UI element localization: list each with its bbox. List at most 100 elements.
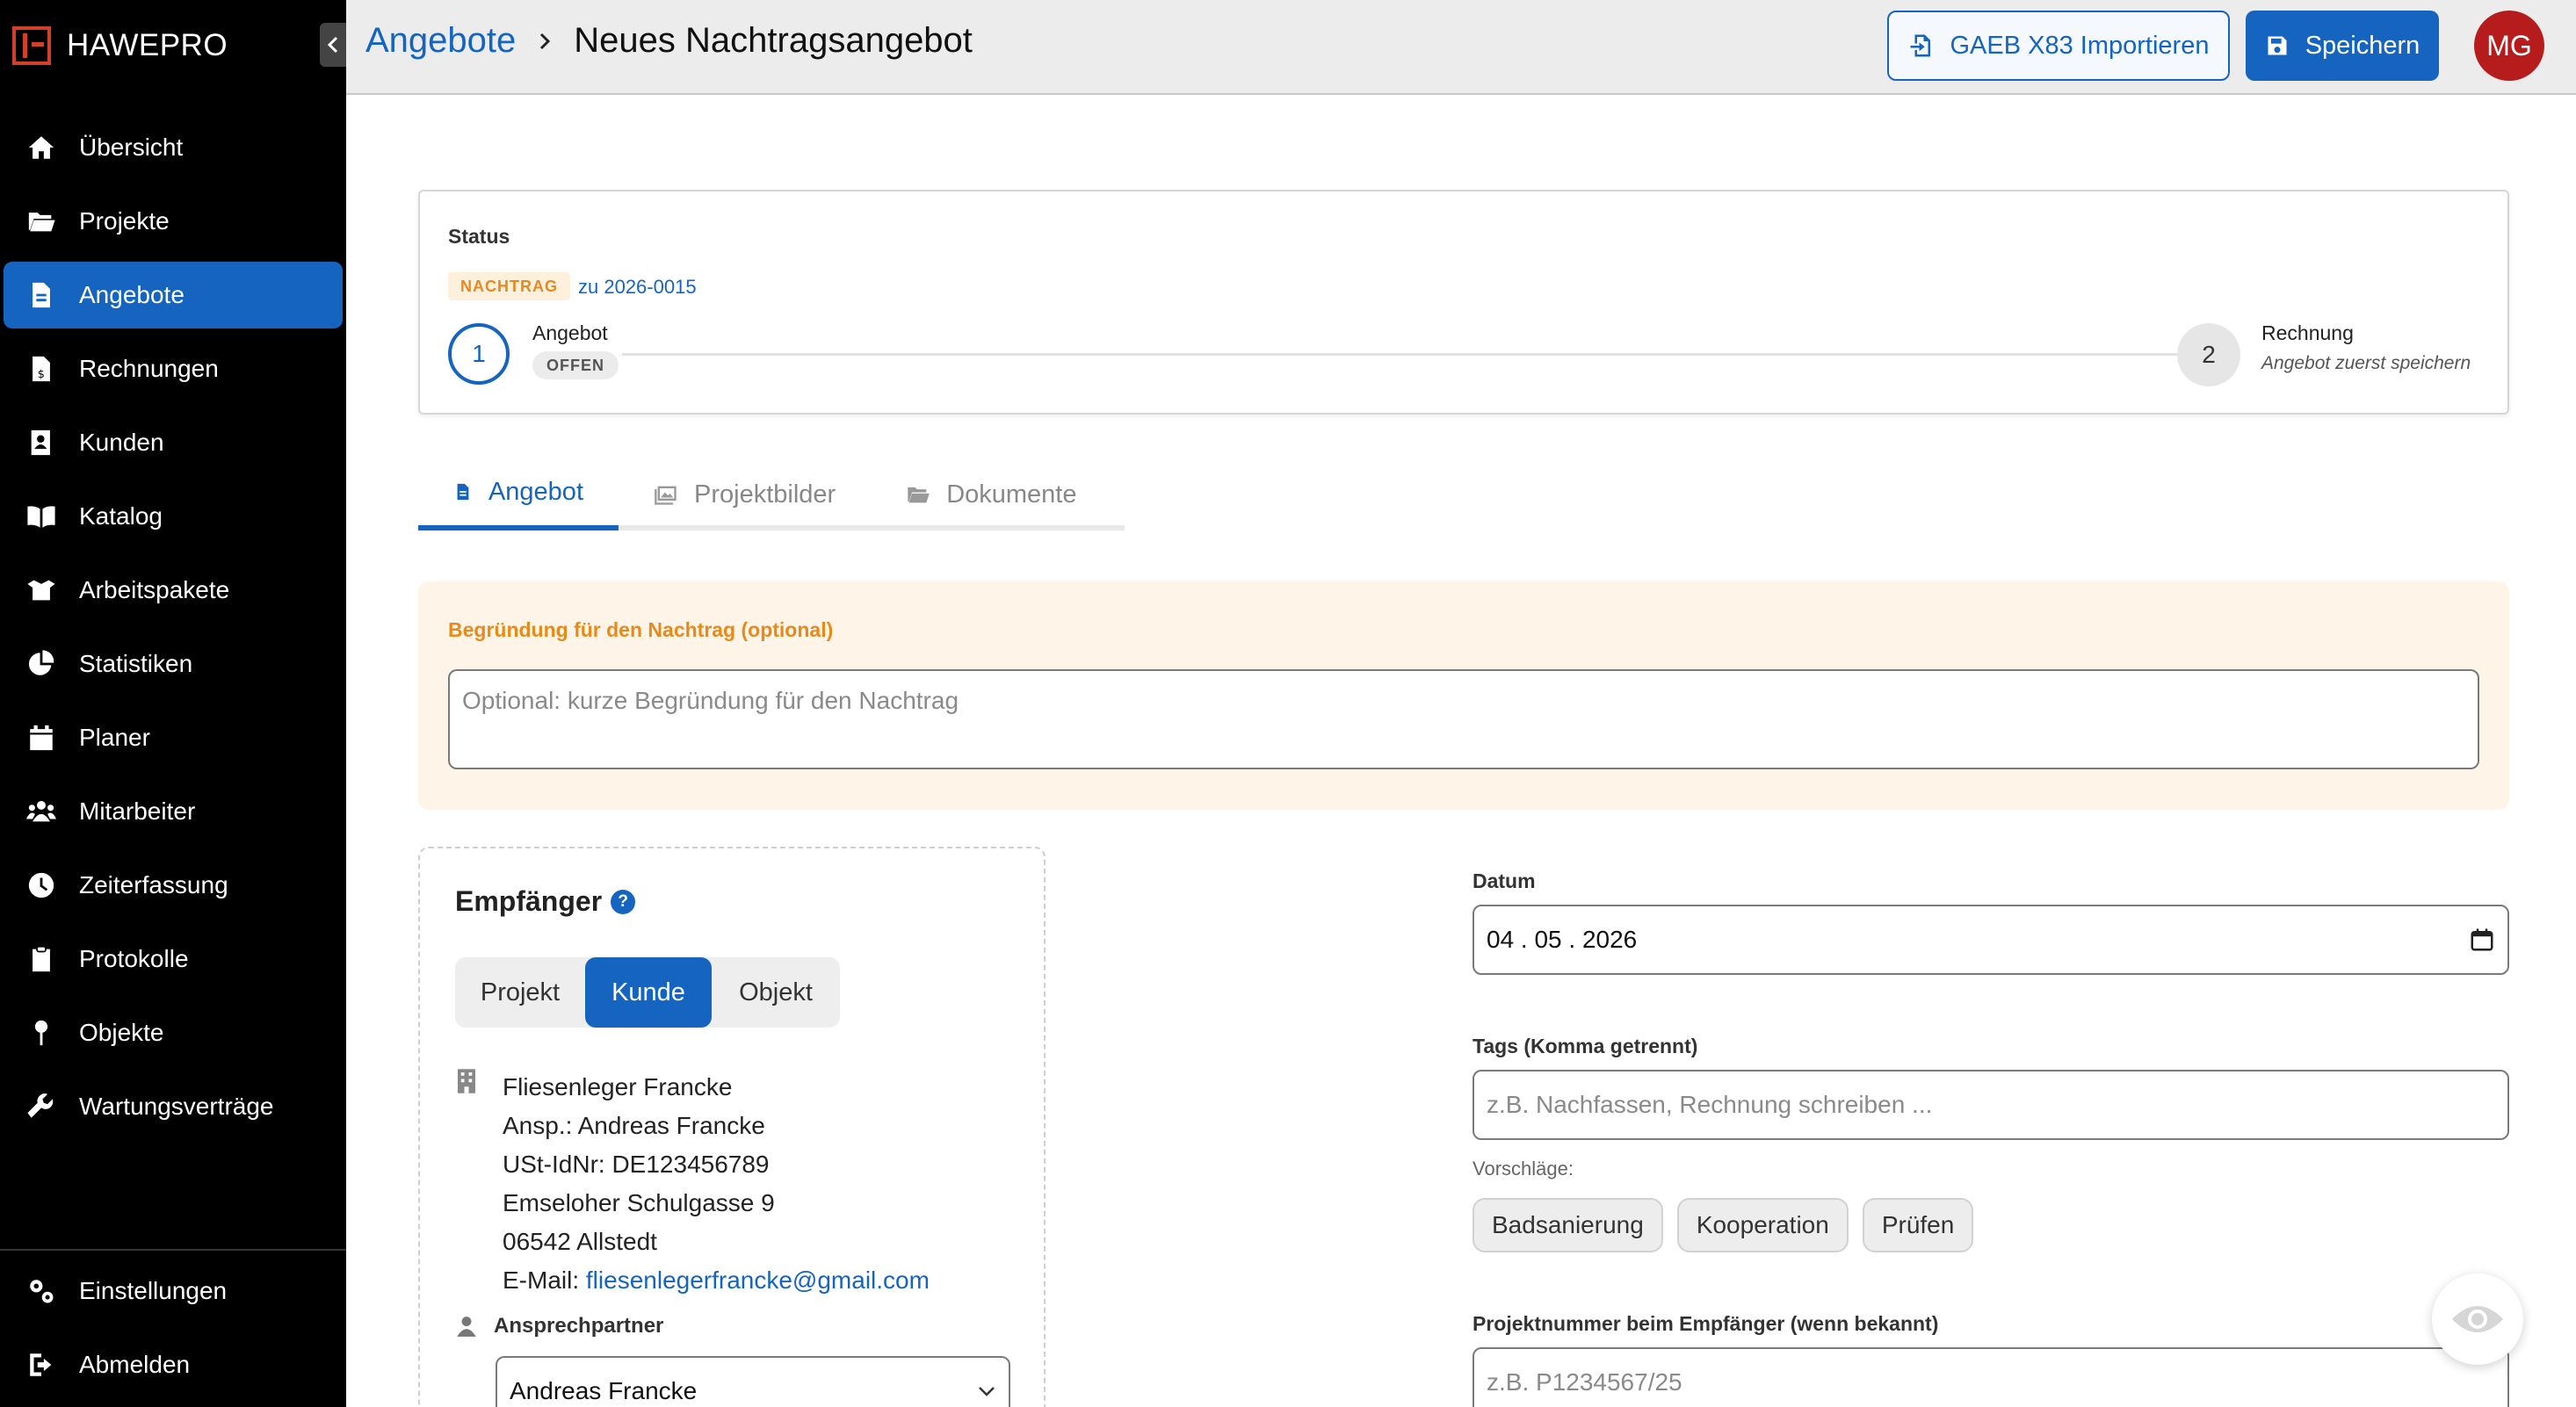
save-button[interactable]: Speichern [2246,11,2439,81]
tag-suggestion-chip[interactable]: Kooperation [1676,1198,1849,1252]
sidebar-item-angebote[interactable]: Angebote [4,262,343,328]
nachtrag-badge: NACHTRAG [448,272,570,300]
brand-name: HAWEPRO [67,28,228,62]
gaeb-import-button[interactable]: GAEB X83 Importieren [1887,11,2230,81]
help-icon[interactable]: ? [611,889,636,914]
sidebar-item-planer[interactable]: Planer [4,704,343,771]
breadcrumb-parent-link[interactable]: Angebote [365,21,516,61]
clipboard-icon [25,942,58,976]
calendar-icon[interactable] [2469,927,2495,953]
sidebar-item-mitarbeiter[interactable]: Mitarbeiter [4,778,343,845]
contact-person-label-text: Ansprechpartner [494,1314,664,1338]
nachtrag-reason-label: Begründung für den Nachtrag (optional) [448,618,834,641]
date-value: 04 . 05 . 2026 [1487,926,1638,953]
recipient-city: 06542 Allstedt [503,1228,657,1255]
sidebar-item-arbeitspakete[interactable]: Arbeitspakete [4,557,343,624]
tag-suggestion-chip[interactable]: Badsanierung [1473,1198,1663,1252]
document-icon [457,483,469,501]
sidebar-item-projekte[interactable]: Projekte [4,188,343,255]
nachtrag-reference-link[interactable]: zu 2026-0015 [578,276,697,299]
top-bar: Angebote Neues Nachtragsangebot GAEB X83… [346,0,2576,95]
sidebar-item-wartungsvertraege[interactable]: Wartungsverträge [4,1073,343,1140]
project-number-input[interactable] [1487,1368,2495,1396]
date-input[interactable]: 04 . 05 . 2026 [1473,905,2509,975]
user-avatar[interactable]: MG [2474,11,2544,81]
eye-icon [2452,1306,2503,1332]
tags-label: Tags (Komma getrennt) [1473,1035,1698,1057]
sidebar-item-label: Einstellungen [79,1277,228,1304]
tab-angebot[interactable]: Angebot [418,458,619,530]
sidebar-item-label: Projekte [79,207,170,234]
sidebar-item-label: Objekte [79,1019,164,1046]
floppy-disk-icon [2268,36,2287,55]
recipient-email-link[interactable]: fliesenlegerfrancke@gmail.com [586,1266,930,1294]
recipient-contact-person: Ansp.: Andreas Francke [503,1112,765,1139]
sidebar-item-uebersicht[interactable]: Übersicht [4,114,343,181]
sidebar-divider [0,1249,346,1251]
sidebar-item-kunden[interactable]: Kunden [4,409,343,476]
sidebar-item-zeiterfassung[interactable]: Zeiterfassung [4,852,343,919]
recipient-title-text: Empfänger [455,885,603,917]
sidebar-item-objekte[interactable]: Objekte [4,999,343,1066]
chevron-right-icon [540,32,551,49]
sidebar-item-label: Rechnungen [79,355,219,382]
document-icon [25,278,58,312]
tab-projektbilder[interactable]: Projektbilder [619,458,871,530]
nachtrag-reason-textarea[interactable] [448,669,2479,769]
tab-label: Projektbilder [694,480,836,509]
sidebar-item-label: Wartungsverträge [79,1093,274,1120]
sidebar-item-label: Protokolle [79,945,189,972]
contact-person-label: Ansprechpartner [455,1314,663,1338]
sidebar-item-label: Statistiken [79,650,193,677]
recipient-company: Fliesenleger Francke [503,1073,733,1100]
sidebar-item-label: Planer [79,724,150,751]
collapse-sidebar-button[interactable] [320,23,346,67]
save-label: Speichern [2305,31,2420,60]
contact-book-icon [25,426,58,459]
breadcrumb: Angebote Neues Nachtragsangebot [365,21,973,61]
step-rechnung-label: Rechnung [2261,321,2354,344]
sidebar-item-label: Arbeitspakete [79,576,230,603]
sidebar-item-protokolle[interactable]: Protokolle [4,926,343,992]
recipient-email-prefix: E-Mail: [503,1266,586,1294]
step-connector [622,353,2195,356]
preview-toggle-button[interactable] [2432,1274,2523,1365]
sidebar-item-rechnungen[interactable]: $ Rechnungen [4,336,343,402]
tag-suggestion-chip[interactable]: Prüfen [1862,1198,1974,1252]
segment-projekt[interactable]: Projekt [455,957,585,1028]
recipient-street: Emseloher Schulgasse 9 [503,1189,775,1216]
sidebar-item-katalog[interactable]: Katalog [4,483,343,550]
tab-label: Angebot [488,477,583,506]
sidebar-item-label: Übersicht [79,133,184,161]
content-tabs: Angebot Projektbilder Dokumente [418,458,1125,530]
book-open-icon [25,500,58,533]
segment-kunde[interactable]: Kunde [585,957,712,1028]
tags-input[interactable] [1487,1091,2495,1119]
folder-open-icon [908,487,930,503]
main-nav: Übersicht Projekte Angebote $ Rechnungen… [0,114,346,1147]
sidebar-item-abmelden[interactable]: Abmelden [4,1331,343,1398]
project-number-field [1473,1347,2509,1407]
recipient-title: Empfänger ? [455,885,636,918]
date-label: Datum [1473,869,1536,892]
brand[interactable]: HAWEPRO [12,25,228,67]
tab-dokumente[interactable]: Dokumente [871,458,1111,530]
sidebar-item-label: Kunden [79,429,164,456]
recipient-vat-id: USt-IdNr: DE123456789 [503,1151,770,1178]
recipient-source-toggle: Projekt Kunde Objekt [455,957,840,1028]
wrench-icon [25,1090,58,1123]
images-icon [655,486,677,505]
tag-suggestions: Badsanierung Kooperation Prüfen [1473,1198,1987,1252]
segment-objekt[interactable]: Objekt [712,957,840,1028]
recipient-email-line: E-Mail: fliesenlegerfrancke@gmail.com [503,1261,930,1300]
sidebar-item-label: Abmelden [79,1351,191,1378]
recipient-address-lines: Fliesenleger Francke Ansp.: Andreas Fran… [503,1068,930,1300]
home-icon [25,131,58,164]
sidebar-item-statistiken[interactable]: Statistiken [4,631,343,697]
sidebar-item-label: Zeiterfassung [79,871,228,898]
sidebar-item-einstellungen[interactable]: Einstellungen [4,1258,343,1324]
sidebar-item-label: Katalog [79,502,163,530]
contact-person-select[interactable]: Andreas Francke [496,1356,1010,1407]
svg-text:$: $ [38,368,45,381]
step-angebot-label: Angebot [532,321,608,344]
